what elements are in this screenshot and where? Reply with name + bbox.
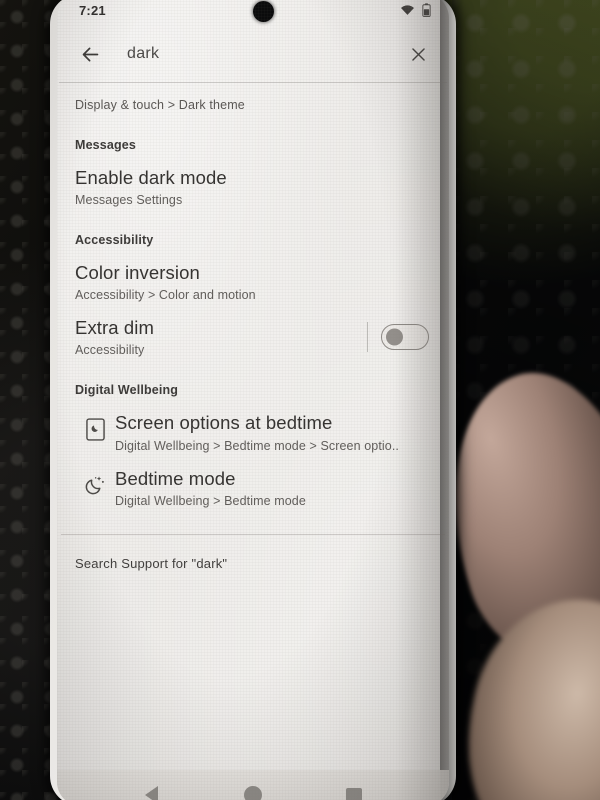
status-icons [400,3,431,17]
phone-screen: 7:21 dark Display & touch > Dark theme M… [57,0,449,800]
search-header: dark [57,26,449,82]
result-row-extra-dim[interactable]: Extra dim Accessibility [57,302,449,357]
result-title: Enable dark mode [75,167,227,188]
section-heading-accessibility: Accessibility [75,233,154,248]
breadcrumb-top: Display & touch > Dark theme [75,98,245,112]
wifi-icon [400,4,415,16]
result-row-screen-options-at-bedtime[interactable]: Screen options at bedtime Digital Wellbe… [57,397,449,453]
toggle-divider [367,321,368,352]
front-camera-punch-hole [253,1,274,22]
toggle-area [367,321,431,352]
result-title: Color inversion [75,262,200,284]
result-row-bedtime-mode[interactable]: Bedtime mode Digital Wellbeing > Bedtime… [57,453,449,508]
battery-icon [422,3,431,17]
extra-dim-toggle[interactable] [381,323,429,350]
search-results-list: Display & touch > Dark theme Messages En… [57,83,449,508]
result-title: Extra dim [75,317,155,339]
system-navigation-bar [57,770,449,800]
home-circle-icon [243,786,262,800]
result-texts: Bedtime mode Digital Wellbeing > Bedtime… [115,467,431,508]
result-subtitle: Accessibility > Color and motion [75,288,256,303]
result-row-color-inversion[interactable]: Color inversion Accessibility > Color an… [57,247,449,302]
status-clock: 7:21 [79,2,106,18]
close-icon[interactable] [403,39,433,69]
nav-back-button[interactable] [135,782,169,800]
result-subtitle: Messages Settings [75,193,183,208]
search-support-link[interactable]: Search Support for "dark" [57,535,449,571]
result-texts: Extra dim Accessibility [75,316,367,357]
phone-device: 7:21 dark Display & touch > Dark theme M… [50,0,456,800]
section-heading-messages: Messages [75,138,136,152]
section-heading-digital-wellbeing: Digital Wellbeing [75,383,179,398]
crescent-moon-stars-icon [75,467,115,496]
nav-recents-button[interactable] [337,782,371,800]
nav-home-button[interactable] [236,782,270,800]
result-subtitle: Accessibility [75,343,145,358]
result-texts: Color inversion Accessibility > Color an… [75,261,431,302]
result-texts: Screen options at bedtime Digital Wellbe… [115,411,431,452]
result-title: Screen options at bedtime [115,412,333,434]
result-texts: Enable dark mode Messages Settings [75,166,431,207]
result-row-enable-dark-mode[interactable]: Enable dark mode Messages Settings [57,152,449,207]
phone-screen-icon [75,411,115,442]
search-input[interactable]: dark [127,45,159,63]
toggle-knob [386,328,403,346]
result-subtitle: Digital Wellbeing > Bedtime mode > Scree… [115,438,399,453]
result-subtitle: Digital Wellbeing > Bedtime mode [115,493,306,508]
back-triangle-icon [145,786,159,800]
result-title: Bedtime mode [115,467,236,489]
back-arrow-icon[interactable] [75,39,105,69]
recents-square-icon [346,788,363,800]
